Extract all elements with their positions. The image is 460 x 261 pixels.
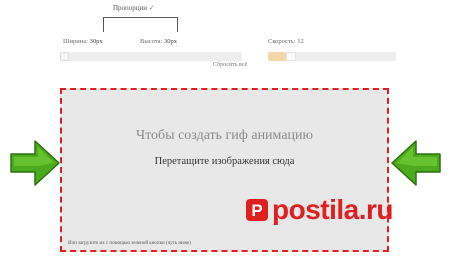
- dropzone-subtitle: Перетащите изображения сюда: [154, 156, 295, 167]
- speed-label: Скорость: 12: [268, 38, 304, 45]
- height-label: Высота:: [140, 38, 163, 45]
- speed-slider-fill: [268, 52, 286, 61]
- size-slider-handle[interactable]: [60, 52, 69, 61]
- arrow-right-icon: [10, 140, 60, 186]
- reset-all-link[interactable]: Сбросить всё: [213, 62, 247, 68]
- dropzone[interactable]: Чтобы создать гиф анимацию Перетащите из…: [60, 88, 389, 252]
- proportions-toggle[interactable]: Пропорции ✓: [113, 4, 155, 12]
- speed-slider[interactable]: [268, 52, 396, 61]
- arrow-left-icon: [391, 140, 441, 186]
- dropzone-title: Чтобы создать гиф анимацию: [136, 128, 313, 143]
- postila-watermark-text: postila.ru: [272, 194, 394, 225]
- checkmark-icon[interactable]: ✓: [149, 4, 155, 12]
- height-value[interactable]: 30px: [164, 38, 177, 45]
- dropzone-hint: Или загрузите их с помощью зеленой кнопк…: [68, 241, 191, 246]
- proportions-label: Пропорции: [113, 4, 148, 12]
- width-field[interactable]: Ширина: 30px: [63, 38, 103, 45]
- width-value[interactable]: 30px: [90, 38, 103, 45]
- width-label: Ширина:: [63, 38, 88, 45]
- postila-watermark: P postila.ru: [246, 194, 394, 225]
- height-field[interactable]: Высота: 30px: [140, 38, 177, 45]
- speed-slider-handle[interactable]: [286, 52, 296, 61]
- size-slider[interactable]: [60, 52, 242, 61]
- postila-logo: P: [246, 199, 268, 221]
- proportions-bracket: [103, 17, 178, 32]
